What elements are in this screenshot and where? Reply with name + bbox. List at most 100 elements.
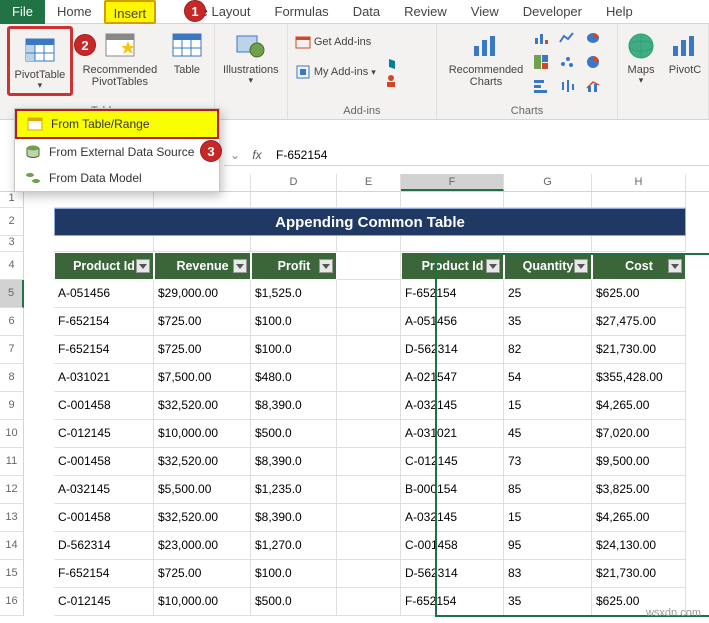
filter-icon[interactable] — [233, 259, 247, 273]
t2-qty[interactable]: 35 — [504, 308, 592, 336]
tab-insert[interactable]: Insert — [104, 0, 157, 24]
t1-hdr-rev[interactable]: Revenue — [154, 252, 251, 280]
t2-cost[interactable]: $4,265.00 — [592, 504, 686, 532]
t1-profit[interactable]: $100.0 — [251, 560, 337, 588]
t1-profit[interactable]: $8,390.0 — [251, 448, 337, 476]
my-addins-button[interactable]: My Add-ins ▾ — [292, 55, 379, 89]
t2-cost[interactable]: $7,020.00 — [592, 420, 686, 448]
col-H[interactable]: H — [592, 174, 686, 191]
row-3[interactable]: 3 — [0, 236, 24, 252]
t1-rev[interactable]: $23,000.00 — [154, 532, 251, 560]
t1-profit[interactable]: $500.0 — [251, 420, 337, 448]
tab-developer[interactable]: Developer — [511, 0, 594, 24]
t1-rev[interactable]: $7,500.00 — [154, 364, 251, 392]
t1-hdr-profit[interactable]: Profit — [251, 252, 337, 280]
t2-pid[interactable]: A-032145 — [401, 392, 504, 420]
t2-qty[interactable]: 45 — [504, 420, 592, 448]
t2-hdr-cost[interactable]: Cost — [592, 252, 686, 280]
filter-icon[interactable] — [574, 259, 588, 273]
row-8[interactable]: 8 — [0, 364, 24, 392]
t1-rev[interactable]: $29,000.00 — [154, 280, 251, 308]
from-data-model-item[interactable]: From Data Model — [15, 165, 219, 191]
t1-hdr-pid[interactable]: Product Id — [54, 252, 154, 280]
t2-cost[interactable]: $9,500.00 — [592, 448, 686, 476]
t2-pid[interactable]: C-012145 — [401, 448, 504, 476]
row-5[interactable]: 5 — [0, 280, 24, 308]
t2-qty[interactable]: 35 — [504, 588, 592, 616]
row-2[interactable]: 2 — [0, 208, 24, 236]
pivottable-button[interactable]: PivotTable ▾ — [12, 31, 68, 91]
t1-rev[interactable]: $10,000.00 — [154, 420, 251, 448]
from-table-range-item[interactable]: From Table/Range — [15, 109, 219, 139]
t2-qty[interactable]: 54 — [504, 364, 592, 392]
row-16[interactable]: 16 — [0, 588, 24, 616]
formula-value[interactable]: F-652154 — [268, 148, 327, 162]
row-9[interactable]: 9 — [0, 392, 24, 420]
t2-hdr-qty[interactable]: Quantity — [504, 252, 592, 280]
t1-rev[interactable]: $10,000.00 — [154, 588, 251, 616]
col-G[interactable]: G — [504, 174, 592, 191]
recommended-charts-button[interactable]: Recommended Charts — [445, 26, 527, 88]
t2-pid[interactable]: A-031021 — [401, 420, 504, 448]
fx-icon[interactable]: fx — [246, 148, 268, 162]
t1-profit[interactable]: $1,270.0 — [251, 532, 337, 560]
row-15[interactable]: 15 — [0, 560, 24, 588]
t2-qty[interactable]: 15 — [504, 504, 592, 532]
filter-icon[interactable] — [136, 259, 150, 273]
tab-file[interactable]: File — [0, 0, 45, 24]
t2-qty[interactable]: 85 — [504, 476, 592, 504]
t2-pid[interactable]: D-562314 — [401, 336, 504, 364]
row-6[interactable]: 6 — [0, 308, 24, 336]
bar-chart-icon[interactable] — [533, 78, 549, 94]
t2-cost[interactable]: $27,475.00 — [592, 308, 686, 336]
t1-profit[interactable]: $500.0 — [251, 588, 337, 616]
t1-profit[interactable]: $1,235.0 — [251, 476, 337, 504]
pivotchart-button[interactable]: PivotC — [666, 26, 704, 76]
col-F[interactable]: F — [401, 174, 504, 191]
t1-pid[interactable]: F-652154 — [54, 336, 154, 364]
combo-chart-icon[interactable] — [585, 78, 601, 94]
t1-pid[interactable]: D-562314 — [54, 532, 154, 560]
bing-maps-icon[interactable] — [383, 55, 399, 71]
people-graph-icon[interactable] — [383, 73, 399, 89]
t2-qty[interactable]: 15 — [504, 392, 592, 420]
treemap-icon[interactable] — [533, 54, 549, 70]
t1-rev[interactable]: $725.00 — [154, 560, 251, 588]
t1-pid[interactable]: C-001458 — [54, 504, 154, 532]
t2-pid[interactable]: F-652154 — [401, 280, 504, 308]
t1-profit[interactable]: $8,390.0 — [251, 392, 337, 420]
t2-cost[interactable]: $24,130.00 — [592, 532, 686, 560]
scatter-chart-icon[interactable] — [559, 54, 575, 70]
from-external-item[interactable]: From External Data Source — [15, 139, 219, 165]
t1-pid[interactable]: A-032145 — [54, 476, 154, 504]
t1-pid[interactable]: F-652154 — [54, 560, 154, 588]
t1-rev[interactable]: $5,500.00 — [154, 476, 251, 504]
t1-pid[interactable]: C-012145 — [54, 588, 154, 616]
t1-profit[interactable]: $100.0 — [251, 308, 337, 336]
pie-3d-icon[interactable] — [585, 30, 601, 46]
t1-profit[interactable]: $1,525.0 — [251, 280, 337, 308]
t2-pid[interactable]: C-001458 — [401, 532, 504, 560]
formula-dropdown[interactable]: ⌄ — [224, 148, 246, 162]
t1-profit[interactable]: $8,390.0 — [251, 504, 337, 532]
t1-profit[interactable]: $100.0 — [251, 336, 337, 364]
t2-pid[interactable]: A-032145 — [401, 504, 504, 532]
t2-pid[interactable]: F-652154 — [401, 588, 504, 616]
row-13[interactable]: 13 — [0, 504, 24, 532]
t2-qty[interactable]: 25 — [504, 280, 592, 308]
table-button[interactable]: Table — [167, 26, 207, 76]
stock-chart-icon[interactable] — [559, 78, 575, 94]
tab-help[interactable]: Help — [594, 0, 645, 24]
t1-pid[interactable]: C-001458 — [54, 392, 154, 420]
row-11[interactable]: 11 — [0, 448, 24, 476]
t2-pid[interactable]: A-021547 — [401, 364, 504, 392]
row-12[interactable]: 12 — [0, 476, 24, 504]
tab-view[interactable]: View — [459, 0, 511, 24]
line-chart-icon[interactable] — [559, 30, 575, 46]
col-E[interactable]: E — [337, 174, 401, 191]
t2-cost[interactable]: $21,730.00 — [592, 336, 686, 364]
t1-pid[interactable]: C-012145 — [54, 420, 154, 448]
t1-rev[interactable]: $725.00 — [154, 308, 251, 336]
filter-icon[interactable] — [668, 259, 682, 273]
t1-pid[interactable]: A-031021 — [54, 364, 154, 392]
